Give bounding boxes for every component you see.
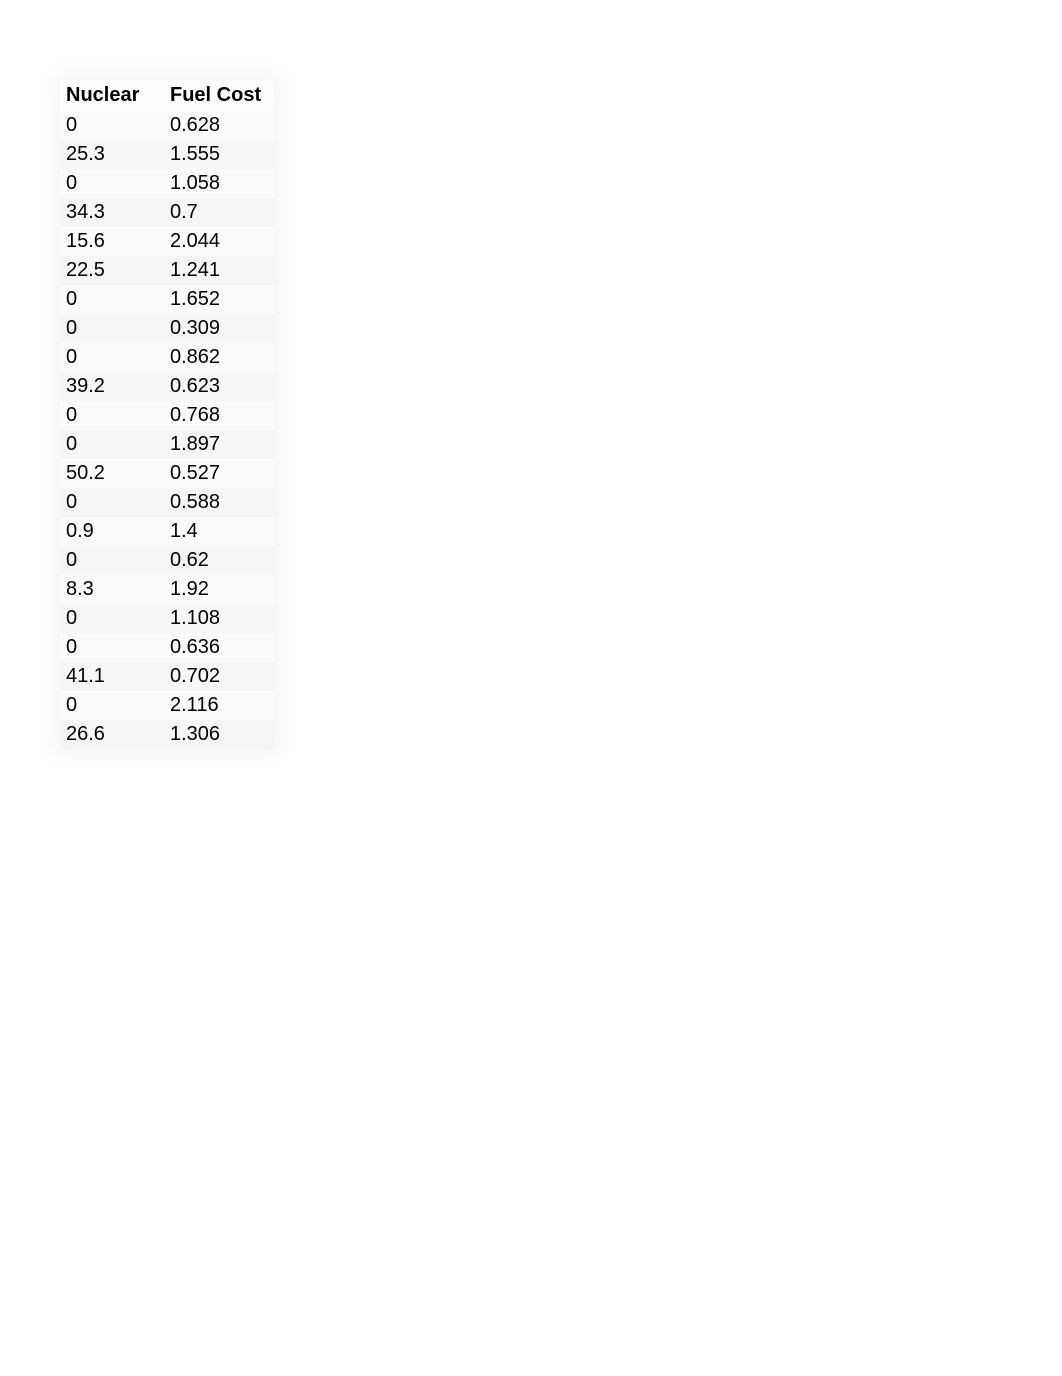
table-cell: 0.702 bbox=[164, 662, 274, 691]
table-cell: 1.897 bbox=[164, 430, 274, 459]
table-row: 8.31.92 bbox=[60, 575, 274, 604]
table-cell: 0 bbox=[60, 546, 164, 575]
table-cell: 0 bbox=[60, 691, 164, 720]
table-cell: 0.588 bbox=[164, 488, 274, 517]
table-row: 50.20.527 bbox=[60, 459, 274, 488]
table-cell: 0 bbox=[60, 169, 164, 198]
data-table: Nuclear Fuel Cost 00.62825.31.55501.0583… bbox=[60, 80, 274, 749]
table-row: 00.768 bbox=[60, 401, 274, 430]
table-cell: 1.652 bbox=[164, 285, 274, 314]
table-header-row: Nuclear Fuel Cost bbox=[60, 80, 274, 111]
table-cell: 0.62 bbox=[164, 546, 274, 575]
table-row: 00.636 bbox=[60, 633, 274, 662]
table-cell: 0 bbox=[60, 430, 164, 459]
table-cell: 1.241 bbox=[164, 256, 274, 285]
column-header-fuel-cost: Fuel Cost bbox=[164, 80, 274, 111]
table-cell: 34.3 bbox=[60, 198, 164, 227]
table-cell: 0 bbox=[60, 604, 164, 633]
table-cell: 0.623 bbox=[164, 372, 274, 401]
column-header-nuclear: Nuclear bbox=[60, 80, 164, 111]
table-cell: 0.7 bbox=[164, 198, 274, 227]
table-cell: 1.108 bbox=[164, 604, 274, 633]
table-row: 34.30.7 bbox=[60, 198, 274, 227]
table-cell: 2.044 bbox=[164, 227, 274, 256]
data-table-wrapper: Nuclear Fuel Cost 00.62825.31.55501.0583… bbox=[60, 80, 274, 749]
table-body: 00.62825.31.55501.05834.30.715.62.04422.… bbox=[60, 111, 274, 749]
table-cell: 50.2 bbox=[60, 459, 164, 488]
table-cell: 22.5 bbox=[60, 256, 164, 285]
table-cell: 0 bbox=[60, 314, 164, 343]
table-cell: 1.306 bbox=[164, 720, 274, 749]
table-row: 01.897 bbox=[60, 430, 274, 459]
table-cell: 0.527 bbox=[164, 459, 274, 488]
table-cell: 0.9 bbox=[60, 517, 164, 546]
table-row: 01.652 bbox=[60, 285, 274, 314]
table-row: 01.108 bbox=[60, 604, 274, 633]
table-cell: 41.1 bbox=[60, 662, 164, 691]
table-row: 00.62 bbox=[60, 546, 274, 575]
table-row: 00.309 bbox=[60, 314, 274, 343]
table-row: 25.31.555 bbox=[60, 140, 274, 169]
table-row: 0.91.4 bbox=[60, 517, 274, 546]
table-row: 02.116 bbox=[60, 691, 274, 720]
table-row: 15.62.044 bbox=[60, 227, 274, 256]
table-cell: 0.636 bbox=[164, 633, 274, 662]
table-row: 00.588 bbox=[60, 488, 274, 517]
table-cell: 26.6 bbox=[60, 720, 164, 749]
table-cell: 0 bbox=[60, 285, 164, 314]
table-cell: 0.628 bbox=[164, 111, 274, 140]
table-cell: 1.4 bbox=[164, 517, 274, 546]
table-row: 22.51.241 bbox=[60, 256, 274, 285]
table-cell: 1.555 bbox=[164, 140, 274, 169]
table-cell: 8.3 bbox=[60, 575, 164, 604]
table-cell: 0.768 bbox=[164, 401, 274, 430]
table-cell: 0 bbox=[60, 111, 164, 140]
table-cell: 15.6 bbox=[60, 227, 164, 256]
table-cell: 2.116 bbox=[164, 691, 274, 720]
table-cell: 0 bbox=[60, 343, 164, 372]
table-cell: 0 bbox=[60, 488, 164, 517]
table-cell: 39.2 bbox=[60, 372, 164, 401]
table-cell: 0 bbox=[60, 633, 164, 662]
table-cell: 0.862 bbox=[164, 343, 274, 372]
table-row: 00.862 bbox=[60, 343, 274, 372]
table-cell: 1.058 bbox=[164, 169, 274, 198]
table-row: 00.628 bbox=[60, 111, 274, 140]
table-row: 41.10.702 bbox=[60, 662, 274, 691]
table-row: 26.61.306 bbox=[60, 720, 274, 749]
table-cell: 0 bbox=[60, 401, 164, 430]
table-cell: 25.3 bbox=[60, 140, 164, 169]
table-row: 01.058 bbox=[60, 169, 274, 198]
table-row: 39.20.623 bbox=[60, 372, 274, 401]
table-cell: 1.92 bbox=[164, 575, 274, 604]
table-cell: 0.309 bbox=[164, 314, 274, 343]
